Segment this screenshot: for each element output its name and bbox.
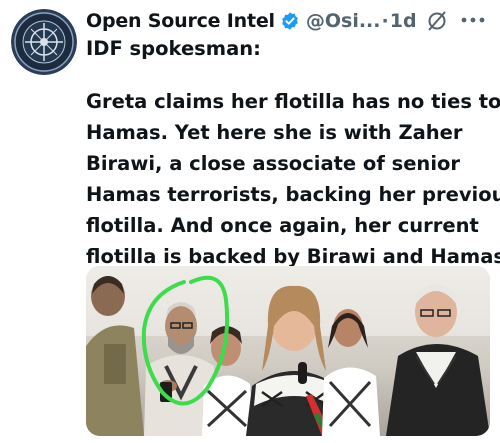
- separator-dot: ·: [381, 10, 389, 32]
- tweet-line: flotilla. And once again, her current: [86, 214, 479, 237]
- tweet-line: Greta claims her flotilla has no ties to: [86, 90, 500, 113]
- tweet-line: Hamas. Yet here she is with Zaher: [86, 121, 463, 144]
- author-name[interactable]: Open Source Intel: [86, 10, 275, 32]
- avatar[interactable]: [11, 9, 77, 75]
- verified-badge-icon: [280, 11, 300, 31]
- avatar-logo: [11, 9, 77, 75]
- grok-icon[interactable]: [426, 10, 448, 32]
- author-handle[interactable]: @Osi...: [306, 10, 381, 32]
- tweet-line: Birawi, a close associate of senior: [86, 152, 461, 175]
- tweet-body: Greta claims her flotilla has no ties to…: [86, 86, 500, 272]
- tweet-line: Hamas terrorists, backing her previous: [86, 183, 500, 206]
- tweet-first-line: IDF spokesman:: [86, 37, 261, 60]
- post-time[interactable]: 1d: [390, 10, 417, 32]
- tweet-header: Open Source Intel @Osi... · 1d: [86, 6, 417, 36]
- more-icon[interactable]: [456, 8, 490, 32]
- tweet-media-photo[interactable]: [86, 266, 490, 436]
